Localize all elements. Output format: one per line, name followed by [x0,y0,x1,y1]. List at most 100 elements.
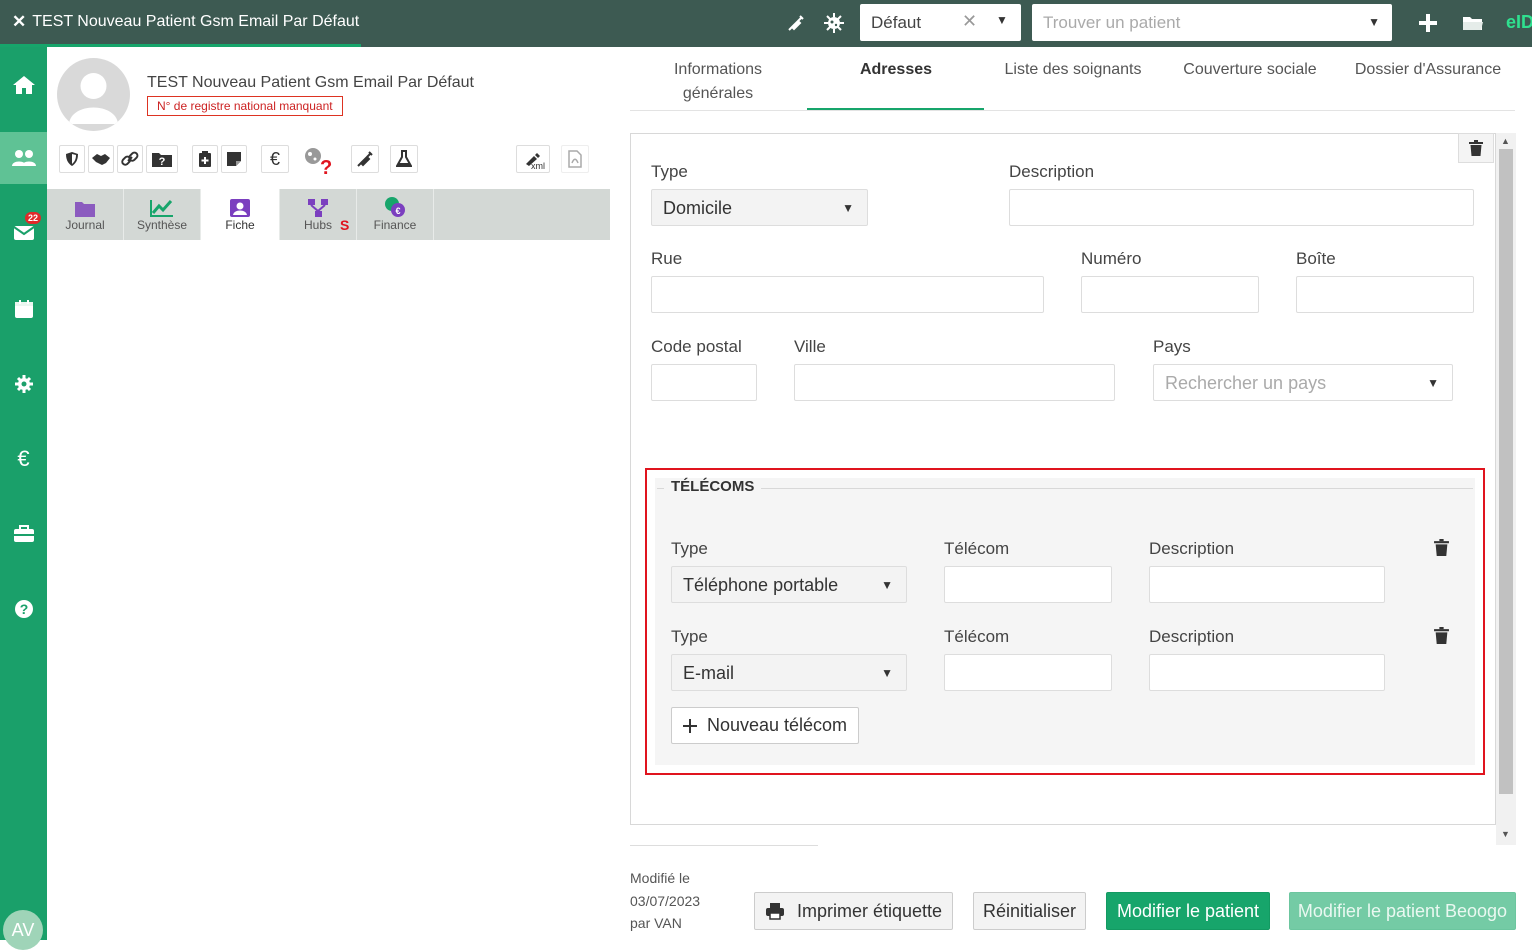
virus-icon[interactable] [822,11,846,35]
window-title: TEST Nouveau Patient Gsm Email Par Défau… [32,13,360,30]
euro-icon[interactable]: € [261,145,289,173]
note-icon[interactable] [221,145,247,173]
print-label-text: Imprimer étiquette [796,900,943,921]
handshake-icon[interactable] [88,145,114,173]
tab-couverture-sociale[interactable]: Couverture sociale [1172,58,1328,82]
chart-line-icon [150,200,173,217]
folder-icon[interactable] [1461,11,1485,35]
patient-search-placeholder: Trouver un patient [1043,13,1181,32]
hubs-status-mark: S [340,217,350,233]
tab-dossier-assurance[interactable]: Dossier d'Assurance [1348,58,1508,82]
scroll-down-arrow[interactable]: ▼ [1501,829,1510,839]
tab-liste-des-soignants[interactable]: Liste des soignants [993,58,1153,82]
scroll-thumb[interactable] [1499,149,1513,794]
patient-window-tab[interactable]: ✕ TEST Nouveau Patient Gsm Email Par Déf… [12,12,359,32]
number-input[interactable] [1081,276,1259,313]
save-patient-button[interactable]: Modifier le patient [1106,892,1270,930]
profile-select[interactable]: Défaut ✕ ▼ [860,4,1021,41]
link-icon[interactable] [117,145,143,173]
active-tab-underline [807,108,984,110]
eid-button[interactable]: eID [1506,12,1532,33]
active-tab-accent [0,44,361,47]
country-select[interactable]: Rechercher un pays ▼ [1153,364,1453,401]
unknown-folder-icon[interactable]: ? [146,145,178,173]
city-input[interactable] [794,364,1115,401]
clear-icon[interactable]: ✕ [962,11,977,32]
pdf-icon[interactable] [561,145,589,173]
box-input[interactable] [1296,276,1474,313]
virus-unknown-icon[interactable]: ? [300,145,332,179]
folder-icon [75,202,95,217]
help-icon[interactable]: ? [0,583,47,635]
mail-badge: 22 [25,212,42,224]
tab-synthese-label: Synthèse [136,218,188,232]
chevron-down-icon: ▼ [1427,376,1439,390]
modified-date: 03/07/2023 [630,892,701,909]
reset-button[interactable]: Réinitialiser [973,892,1086,930]
id-card-icon [230,199,250,217]
modified-info: Modifié le 03/07/2023 par VAN [630,867,700,935]
scroll-up-arrow[interactable]: ▲ [1501,136,1510,146]
telecoms-highlight-frame [645,468,1485,775]
medical-clipboard-icon[interactable] [192,145,218,173]
tab-fiche-label: Fiche [225,218,255,232]
box-label: Boîte [1296,249,1336,268]
address-type-label: Type [651,162,688,181]
chevron-down-icon: ▼ [842,201,854,215]
tab-hubs[interactable]: Hubs S [280,189,357,240]
address-type-select[interactable]: Domicile ▼ [651,189,868,226]
trash-icon [1469,140,1483,156]
chevron-down-icon[interactable]: ▼ [1368,15,1380,29]
shield-icon[interactable] [59,145,85,173]
street-label: Rue [651,249,683,268]
print-label-button[interactable]: Imprimer étiquette [754,892,953,930]
users-icon[interactable] [0,132,47,184]
tab-finance-label: Finance [373,218,417,232]
address-description-input[interactable] [1009,189,1474,226]
missing-national-number-warning[interactable]: N° de registre national manquant [147,96,343,116]
country-placeholder: Rechercher un pays [1165,373,1327,393]
tab-journal-label: Journal [65,218,105,232]
syringe-icon[interactable] [784,11,808,35]
modified-line: Modifié le [630,870,690,886]
svg-text:?: ? [19,601,28,617]
network-icon [308,199,328,217]
home-icon[interactable] [0,59,47,111]
coins-icon: € [385,197,405,217]
number-label: Numéro [1081,249,1142,268]
flask-icon[interactable] [390,145,418,173]
euro-icon[interactable]: € [0,433,47,485]
svg-text:€: € [395,206,400,216]
printer-icon [765,903,784,920]
calendar-icon[interactable] [0,283,47,335]
gear-icon[interactable] [0,358,47,410]
tab-adresses[interactable]: Adresses [826,58,966,82]
form-scrollbar[interactable]: ▲ ▼ [1496,133,1516,845]
tab-synthese[interactable]: Synthèse [124,189,201,240]
tabs-divider [630,110,1515,111]
tab-informations-generales[interactable]: Informations générales [648,58,788,106]
syringe-icon[interactable] [351,145,379,173]
xml-export-icon[interactable]: xml [516,145,550,173]
save-patient-beoogo-button[interactable]: Modifier le patient Beoogo [1289,892,1516,930]
user-avatar[interactable]: AV [3,910,43,950]
main-sidebar: 22 € ? AV [0,47,47,950]
close-icon[interactable]: ✕ [12,12,26,32]
toolbox-icon[interactable] [0,508,47,560]
plus-icon[interactable] [1416,11,1440,35]
tab-journal[interactable]: Journal [47,189,124,240]
xml-label: xml [531,161,545,171]
tab-hubs-label: Hubs [303,218,332,232]
chevron-down-icon[interactable]: ▼ [996,13,1008,27]
modified-by: par VAN [630,915,682,931]
tab-fiche[interactable]: Fiche [201,189,280,240]
unknown-mark: ? [320,157,333,179]
postal-code-input[interactable] [651,364,757,401]
patient-name: TEST Nouveau Patient Gsm Email Par Défau… [147,74,474,91]
mail-icon[interactable]: 22 [0,207,47,259]
street-input[interactable] [651,276,1044,313]
patient-search-input[interactable]: Trouver un patient ▼ [1032,4,1392,41]
tab-finance[interactable]: € Finance [357,189,434,240]
profile-select-value: Défaut [871,13,922,32]
delete-address-button[interactable] [1458,133,1494,163]
